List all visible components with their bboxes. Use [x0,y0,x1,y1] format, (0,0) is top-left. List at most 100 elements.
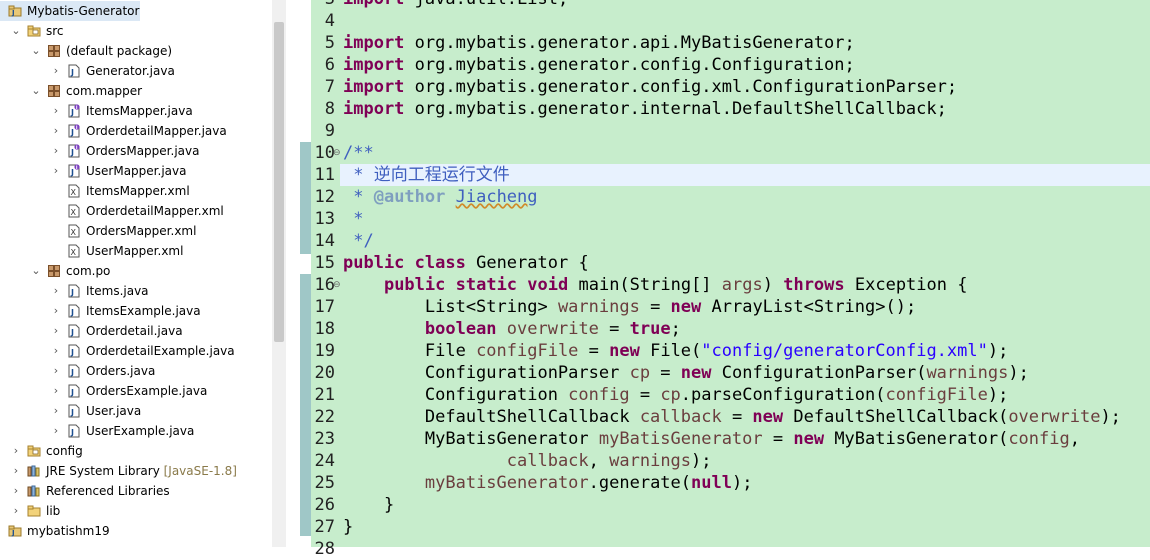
tree-item[interactable]: › J ItemsExample.java [0,301,270,321]
chevron-right-icon[interactable]: › [10,501,22,521]
chevron-down-icon[interactable]: ⌄ [30,41,42,61]
code-line[interactable]: import org.mybatis.generator.config.xml.… [343,76,957,98]
chevron-right-icon[interactable]: › [10,461,22,481]
chevron-down-icon[interactable]: ⌄ [30,261,42,281]
code-line[interactable]: import org.mybatis.generator.internal.De… [343,98,947,120]
tree-item[interactable]: › Referenced Libraries [0,481,270,501]
code-line[interactable]: myBatisGenerator.generate(null); [343,472,753,494]
tree-item[interactable]: X OrderdetailMapper.xml [0,201,270,221]
tree-item[interactable]: › JRE System Library [JavaSE-1.8] [0,461,270,481]
java-file-icon: J [67,344,81,358]
tree-item[interactable]: › J Orderdetail.java [0,321,270,341]
code-token: config [568,385,630,405]
chevron-right-icon[interactable]: › [50,121,62,141]
code-line[interactable]: ConfigurationParser cp = new Configurati… [343,362,1029,384]
chevron-right-icon[interactable]: › [50,281,62,301]
code-line[interactable]: import org.mybatis.generator.api.MyBatis… [343,32,855,54]
tree-item[interactable]: ⌄ com.mapper [0,81,270,101]
code-token: } [343,517,354,537]
tree-item[interactable]: Jmybatishm19 [0,521,270,541]
code-line[interactable]: * [343,208,363,230]
tree-item[interactable]: › J I UserMapper.java [0,161,270,181]
code-token: = [578,341,610,361]
tree-item[interactable]: X ItemsMapper.xml [0,181,270,201]
explorer-scrollbar-thumb[interactable] [274,22,284,342]
code-token: = [639,297,671,317]
editor-divider [290,0,298,547]
tree-item[interactable]: ⌄ (default package) [0,41,270,61]
chevron-right-icon[interactable]: › [50,101,62,121]
tree-item[interactable]: ⌄ com.po [0,261,270,281]
code-line[interactable]: public static void main(String[] args) t… [343,274,968,296]
chevron-right-icon[interactable]: › [10,481,22,501]
library-icon [27,464,41,478]
chevron-down-icon[interactable]: ⌄ [30,81,42,101]
code-line[interactable]: */ [343,230,373,252]
chevron-down-icon[interactable]: ⌄ [10,21,22,41]
line-number: 23 [314,429,335,449]
tree-item[interactable]: › J I OrdersMapper.java [0,141,270,161]
tree-item[interactable]: › J OrderdetailExample.java [0,341,270,361]
line-number: 12 [314,187,335,207]
code-line[interactable]: * @author Jiacheng [343,186,537,208]
code-line[interactable]: import java.util.List; [343,0,568,10]
code-token: cp [629,363,651,383]
code-line[interactable]: public class Generator { [343,252,589,274]
tree-item[interactable]: › J I ItemsMapper.java [0,101,270,121]
line-number: 16 [314,275,335,295]
tree-item[interactable]: › config [0,441,270,461]
tree-item[interactable]: X OrdersMapper.xml [0,221,270,241]
code-token: import [343,33,405,53]
fold-toggle-icon[interactable]: ⊖ [333,274,341,296]
code-line[interactable]: MyBatisGenerator myBatisGenerator = new … [343,428,1080,450]
tree-item[interactable]: › J Orders.java [0,361,270,381]
code-token: warnings [609,451,692,471]
chevron-right-icon[interactable]: › [50,421,62,441]
code-line[interactable]: List<String> warnings = new ArrayList<St… [343,296,916,318]
chevron-right-icon[interactable]: › [50,401,62,421]
code-line[interactable]: /** [343,142,374,164]
chevron-right-icon[interactable]: › [50,61,62,81]
code-line[interactable]: Configuration config = cp.parseConfigura… [343,384,1008,406]
fold-toggle-icon[interactable]: ⊖ [333,142,341,164]
tree-item[interactable]: J Mybatis-Generator [0,1,140,21]
chevron-right-icon[interactable]: › [50,141,62,161]
code-token: , [588,451,610,471]
code-line[interactable]: boolean overwrite = true; [343,318,681,340]
tree-item[interactable]: X UserMapper.xml [0,241,270,261]
code-token: import [343,77,405,97]
code-line[interactable]: callback, warnings); [343,450,712,472]
code-line[interactable]: import org.mybatis.generator.config.Conf… [343,54,855,76]
chevron-right-icon[interactable]: › [50,161,62,181]
change-marker [300,142,311,254]
chevron-right-icon[interactable]: › [50,321,62,341]
tree-item[interactable]: › J Items.java [0,281,270,301]
chevron-right-icon[interactable]: › [10,441,22,461]
tree-item[interactable]: › J Generator.java [0,61,270,81]
chevron-right-icon[interactable]: › [50,301,62,321]
tree-item[interactable]: › J I OrderdetailMapper.java [0,121,270,141]
package-icon [47,264,61,278]
chevron-right-icon[interactable]: › [50,361,62,381]
code-line[interactable]: DefaultShellCallback callback = new Defa… [343,406,1121,428]
tree-item[interactable]: › J UserExample.java [0,421,270,441]
code-line[interactable]: File configFile = new File("config/gener… [343,340,1008,362]
code-line[interactable]: * 逆向工程运行文件 [340,164,1150,186]
java-interface-icon: JI [67,104,81,118]
tree-item[interactable]: › J OrdersExample.java [0,381,270,401]
code-line[interactable]: } [343,516,353,538]
line-number: 14 [314,231,335,251]
tree-item-label: OrderdetailExample.java [86,344,235,358]
svg-text:J: J [70,368,74,377]
line-number: 20 [314,363,335,383]
tree-item[interactable]: ⌄ src [0,21,270,41]
xml-file-icon: X [67,244,81,258]
tree-item[interactable]: › lib [0,501,270,521]
chevron-right-icon[interactable]: › [50,341,62,361]
svg-text:J: J [70,68,74,77]
svg-text:J: J [70,428,74,437]
tree-item[interactable]: › J User.java [0,401,270,421]
code-line[interactable]: } [343,494,394,516]
chevron-right-icon[interactable]: › [50,381,62,401]
tree-item-label: UserMapper.xml [86,244,184,258]
